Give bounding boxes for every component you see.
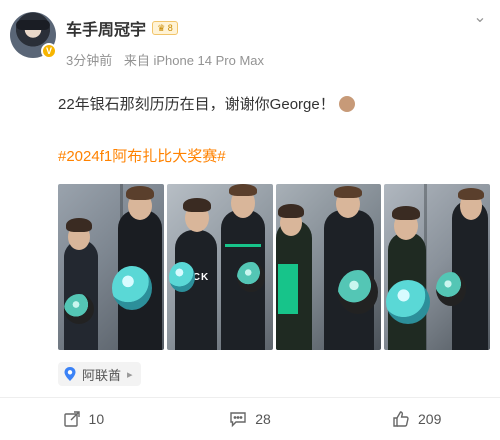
share-icon [63, 411, 80, 427]
thumbs-up-icon [393, 411, 409, 427]
person-hair [66, 218, 92, 232]
verified-badge-icon: V [41, 43, 57, 59]
photo-2[interactable]: KICK [166, 184, 273, 350]
person-hair [392, 206, 421, 220]
location-label: 阿联酋 [82, 367, 122, 383]
location-tag[interactable]: 阿联酋 ▸ [58, 362, 141, 386]
location-pin-icon [64, 367, 76, 381]
share-count: 10 [88, 411, 105, 427]
post-time: 3分钟前 [66, 53, 113, 68]
post-header: V 车手周冠宇 ♛ 8 3分钟前 来自 iPhone 14 Pro Max ⌄ [10, 10, 490, 82]
comment-icon [230, 412, 246, 428]
like-button[interactable]: 209 [333, 398, 500, 440]
action-bar: 10 28 209 [0, 398, 500, 440]
helmet [337, 270, 378, 314]
username-row: 车手周冠宇 ♛ 8 [66, 16, 179, 40]
post-source: 来自 iPhone 14 Pro Max [123, 53, 265, 68]
photo-4[interactable] [384, 184, 490, 350]
helmet [168, 262, 195, 292]
fist-emoji-icon [338, 95, 355, 112]
hashtag-link[interactable]: #2024f1阿布扎比大奖赛# [58, 145, 226, 166]
chevron-right-icon: ▸ [127, 368, 133, 381]
helmet [112, 266, 152, 310]
person-hair [182, 198, 211, 212]
post-meta: 3分钟前 来自 iPhone 14 Pro Max [66, 50, 264, 69]
post-text: 22年银石那刻历历在目，谢谢你George！ [58, 93, 355, 114]
helmet [386, 280, 431, 324]
like-count: 209 [418, 411, 442, 427]
comment-count: 28 [255, 411, 271, 427]
share-button[interactable]: 10 [0, 398, 167, 440]
helmet [64, 294, 94, 324]
person-hair [277, 204, 304, 218]
post-text-content: 22年银石那刻历历在目，谢谢你George！ [58, 96, 335, 113]
more-options-icon[interactable]: ⌄ [470, 10, 490, 32]
username[interactable]: 车手周冠宇 [66, 16, 146, 40]
photo-1[interactable] [58, 184, 164, 350]
person-hair [333, 186, 362, 198]
shirt-stripe [224, 244, 261, 247]
helmet [236, 262, 265, 292]
shirt-stripe [277, 264, 298, 314]
person-hair [228, 184, 257, 196]
crown-icon: ♛ 8 [152, 21, 179, 35]
avatar-visor [16, 20, 50, 30]
photo-grid: KICK [58, 184, 490, 350]
person-hair [126, 186, 154, 200]
person-hair [458, 188, 485, 200]
photo-3[interactable] [275, 184, 382, 350]
comment-button[interactable]: 28 [167, 398, 334, 440]
